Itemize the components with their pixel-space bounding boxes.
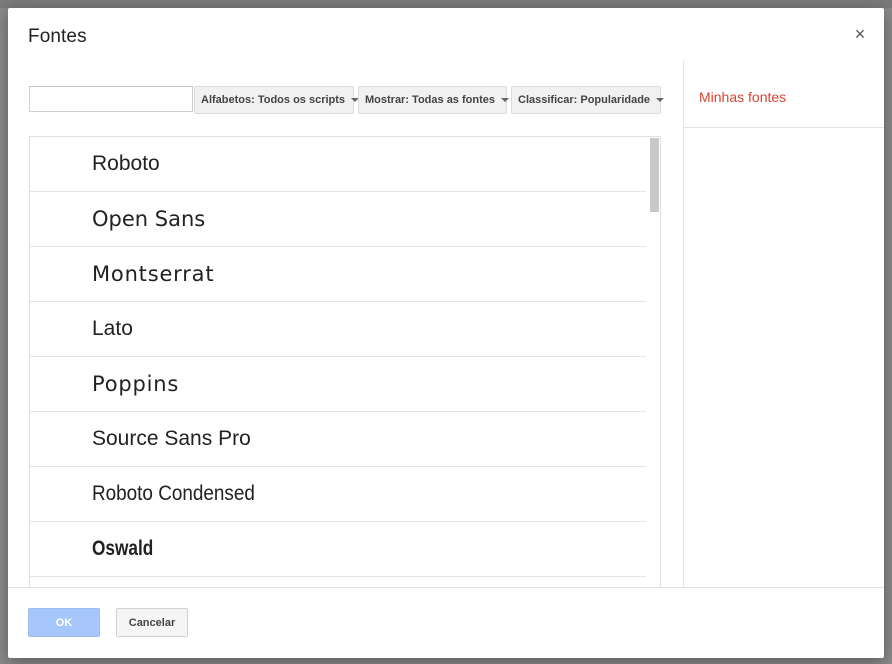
font-name-label: Montserrat [92,262,215,286]
my-fonts-panel: Minhas fontes [683,60,884,588]
font-name-label: Poppins [92,372,180,396]
show-dropdown[interactable]: Mostrar: Todas as fontes [358,86,509,114]
footer-divider [8,587,884,588]
my-fonts-divider [684,127,884,128]
font-list-item[interactable]: Roboto Condensed [30,467,646,522]
font-list: Roboto Open Sans Montserrat Lato Poppins Sour… [29,136,661,588]
font-name-label: Roboto Condensed [92,482,255,505]
cancel-button[interactable]: Cancelar [116,608,188,637]
font-list-item[interactable]: Montserrat [30,247,646,302]
font-list-item[interactable]: Roboto [30,137,646,192]
scripts-dropdown-label: Alfabetos: Todos os scripts [201,94,346,106]
sort-dropdown[interactable]: Classificar: Popularidade [511,86,665,114]
scripts-dropdown[interactable]: Alfabetos: Todos os scripts [194,86,360,114]
show-dropdown-label: Mostrar: Todas as fontes [365,94,495,106]
font-list-item[interactable]: Oswald [30,522,646,577]
sort-dropdown-label: Classificar: Popularidade [518,94,651,106]
dialog-title: Fontes [28,26,87,47]
font-list-item[interactable]: Poppins [30,357,646,412]
font-name-label: Open Sans [92,207,206,231]
fonts-dialog: Fontes × Alfabetos: Todos os scripts Mos… [8,8,884,658]
font-name-label: Roboto [92,152,160,175]
font-name-label: Lato [92,317,133,340]
page-backdrop [0,0,892,8]
close-icon[interactable]: × [850,24,870,44]
font-list-item[interactable]: Source Sans Pro [30,412,646,467]
scrollbar-thumb[interactable] [650,138,659,212]
my-fonts-title: Minhas fontes [699,89,787,105]
caret-down-icon [656,98,665,102]
font-name-label: Source Sans Pro [92,427,251,450]
font-search-input[interactable] [29,86,193,112]
font-list-scrollbar[interactable] [648,137,660,587]
ok-button[interactable]: OK [28,608,100,637]
font-name-label: Oswald [92,537,154,560]
font-list-item[interactable]: Lato [30,302,646,357]
caret-down-icon [501,98,509,102]
font-list-item[interactable]: Open Sans [30,192,646,247]
